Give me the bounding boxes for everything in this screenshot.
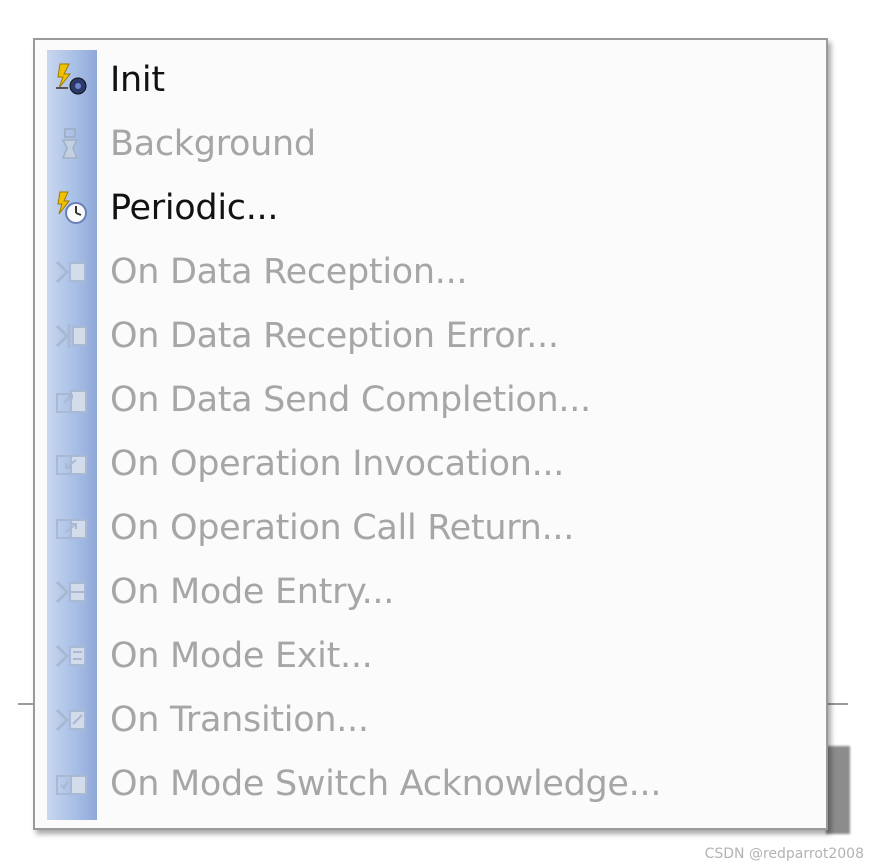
- menu-item-periodic[interactable]: Periodic...: [47, 176, 826, 240]
- mode-exit-icon: [47, 624, 97, 688]
- menu-item-on-data-reception[interactable]: On Data Reception...: [47, 240, 826, 304]
- menu-item-label: On Operation Call Return...: [110, 508, 575, 548]
- menu-item-on-transition[interactable]: On Transition...: [47, 688, 826, 752]
- menu-item-on-mode-exit[interactable]: On Mode Exit...: [47, 624, 826, 688]
- menu-item-label: On Operation Invocation...: [110, 444, 565, 484]
- menu-item-on-operation-call-return[interactable]: On Operation Call Return...: [47, 496, 826, 560]
- init-icon: [47, 48, 97, 112]
- menu-item-label: Background: [110, 124, 316, 164]
- menu-item-label: On Mode Exit...: [110, 636, 373, 676]
- menu-item-label: On Data Reception...: [110, 252, 468, 292]
- menu-item-label: On Mode Switch Acknowledge...: [110, 764, 662, 804]
- transition-icon: [47, 688, 97, 752]
- menu-item-label: Init: [110, 60, 165, 100]
- underlying-window-edge: [826, 746, 850, 834]
- menu-item-label: On Data Send Completion...: [110, 380, 591, 420]
- background-icon: [47, 112, 97, 176]
- data-reception-error-icon: [47, 304, 97, 368]
- mode-entry-icon: [47, 560, 97, 624]
- mode-switch-acknowledge-icon: [47, 752, 97, 816]
- menu-item-label: On Transition...: [110, 700, 369, 740]
- menu-item-label: Periodic...: [110, 188, 279, 228]
- data-send-completion-icon: [47, 368, 97, 432]
- menu-item-init[interactable]: Init: [47, 48, 826, 112]
- menu-item-on-data-send-completion[interactable]: On Data Send Completion...: [47, 368, 826, 432]
- menu-item-on-mode-entry[interactable]: On Mode Entry...: [47, 560, 826, 624]
- periodic-icon: [47, 176, 97, 240]
- context-menu: Init Background Periodic... On Data Rece…: [33, 38, 828, 830]
- data-reception-icon: [47, 240, 97, 304]
- operation-invocation-icon: [47, 432, 97, 496]
- menu-item-label: On Mode Entry...: [110, 572, 395, 612]
- operation-call-return-icon: [47, 496, 97, 560]
- menu-item-on-operation-invocation[interactable]: On Operation Invocation...: [47, 432, 826, 496]
- menu-item-background[interactable]: Background: [47, 112, 826, 176]
- menu-item-label: On Data Reception Error...: [110, 316, 559, 356]
- watermark: CSDN @redparrot2008: [704, 846, 864, 862]
- screenshot-stage: Init Background Periodic... On Data Rece…: [0, 0, 870, 866]
- menu-item-on-data-reception-error[interactable]: On Data Reception Error...: [47, 304, 826, 368]
- menu-item-on-mode-switch-acknowledge[interactable]: On Mode Switch Acknowledge...: [47, 752, 826, 816]
